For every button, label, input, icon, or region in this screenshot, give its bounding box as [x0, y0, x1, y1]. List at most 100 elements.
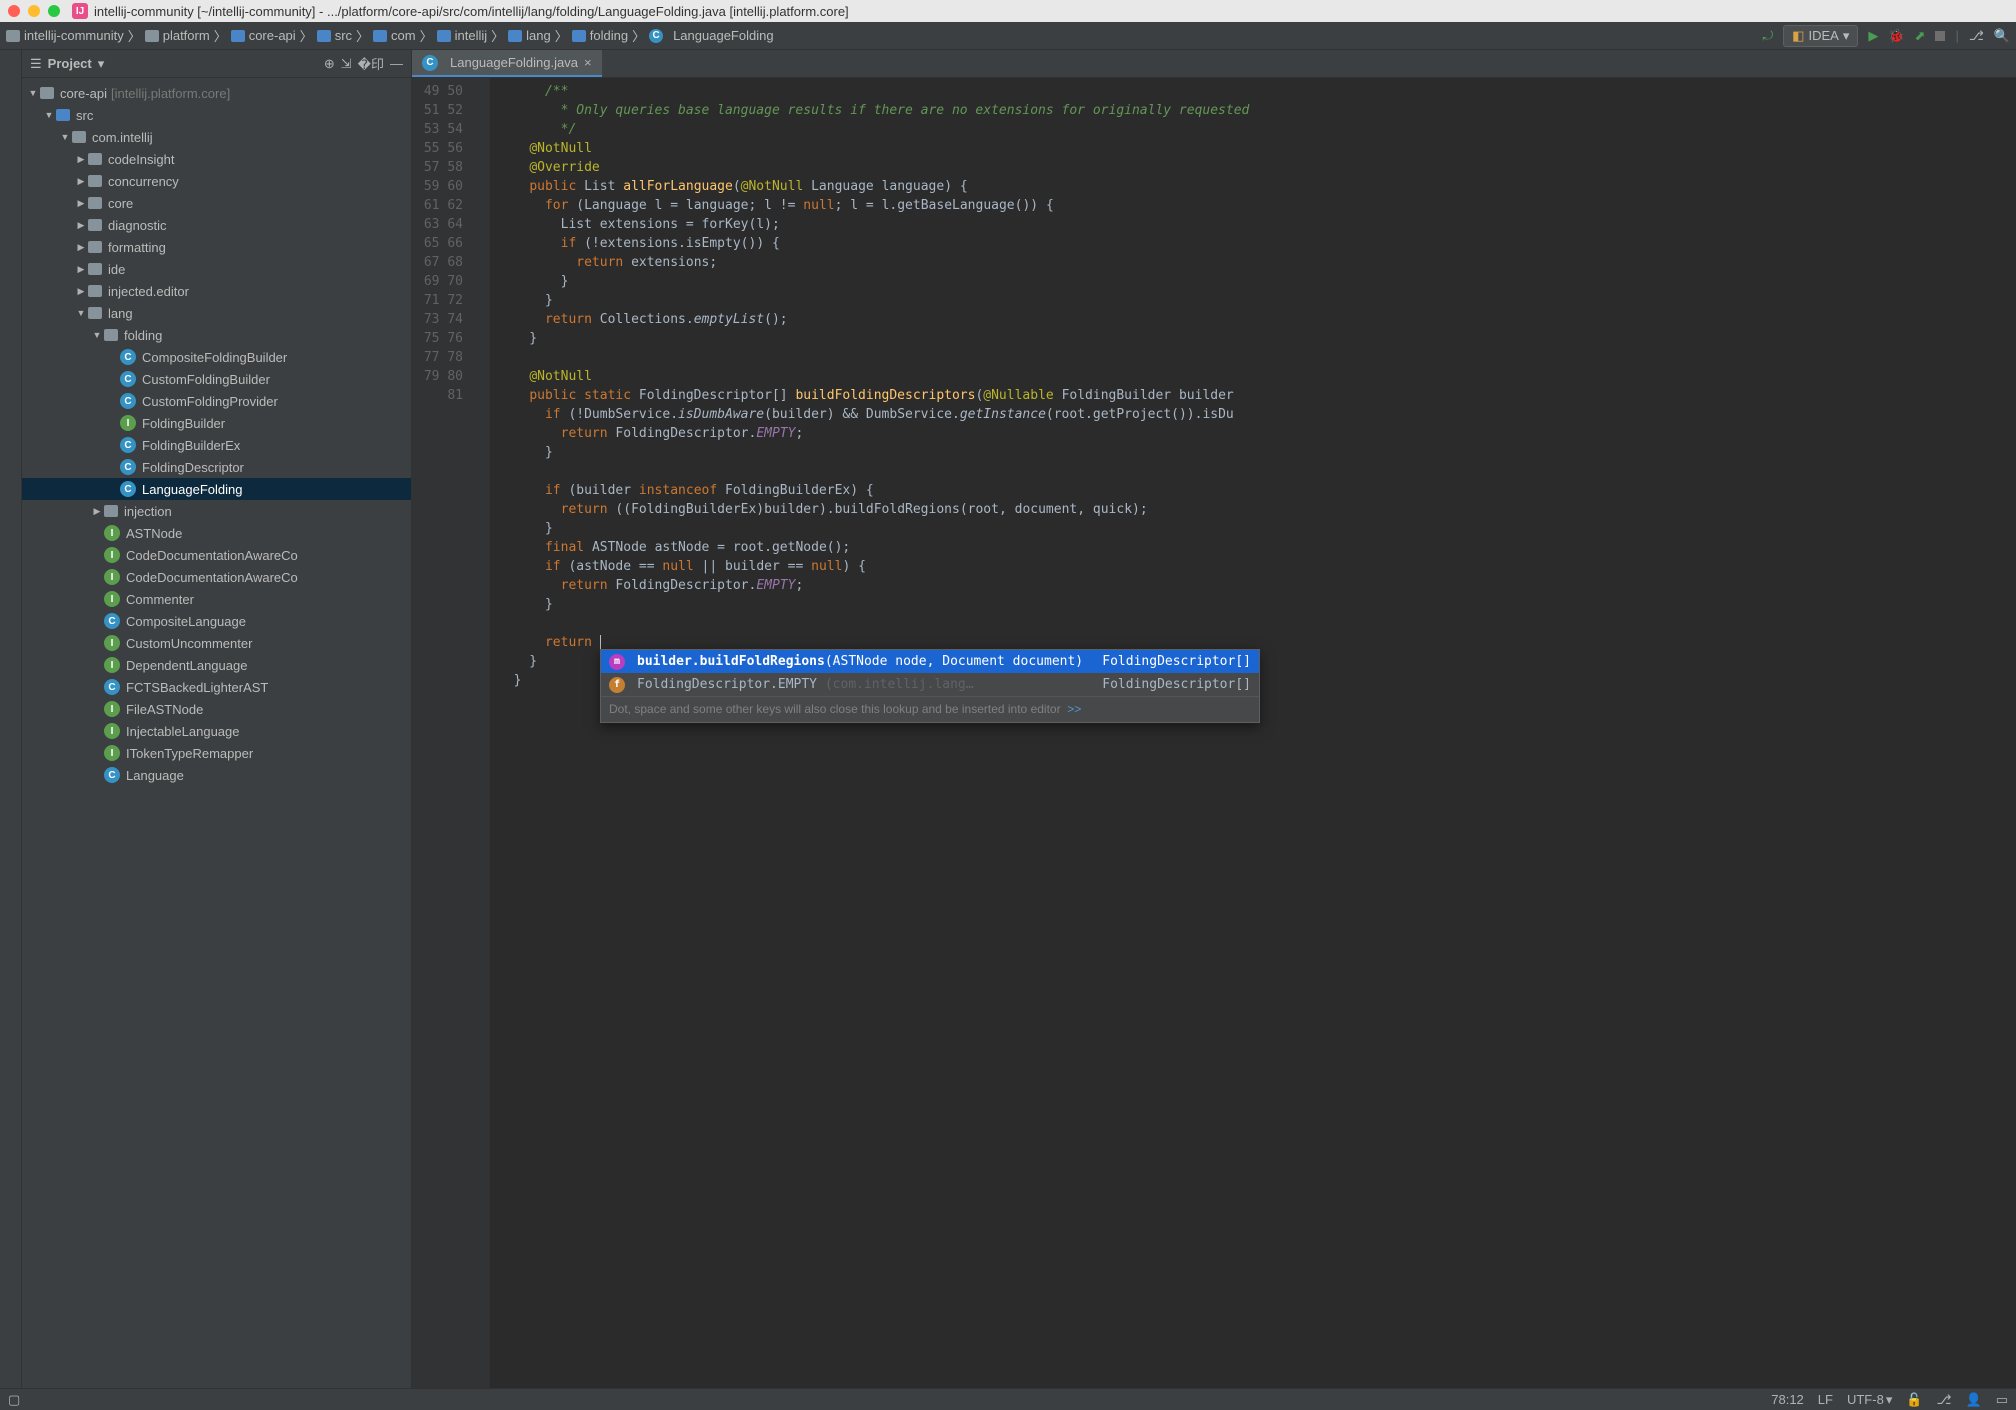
tree-node[interactable]: CCompositeLanguage: [22, 610, 411, 632]
hector-icon[interactable]: 👤: [1966, 1392, 1982, 1408]
zoom-window-icon[interactable]: [48, 5, 60, 17]
tree-node[interactable]: ▶concurrency: [22, 170, 411, 192]
tree-node[interactable]: IDependentLanguage: [22, 654, 411, 676]
folder-icon: [572, 30, 586, 42]
lock-icon[interactable]: 🔓: [1906, 1392, 1922, 1408]
debug-icon[interactable]: 🐞: [1888, 28, 1904, 44]
coverage-icon[interactable]: ⬈: [1915, 28, 1926, 44]
close-window-icon[interactable]: [8, 5, 20, 17]
completion-item[interactable]: fFoldingDescriptor.EMPTY (com.intellij.l…: [601, 673, 1259, 696]
tree-node[interactable]: ICodeDocumentationAwareCo: [22, 544, 411, 566]
tree-arrow-icon[interactable]: ▶: [76, 242, 86, 253]
tree-node[interactable]: CCompositeFoldingBuilder: [22, 346, 411, 368]
tree-node[interactable]: CCustomFoldingBuilder: [22, 368, 411, 390]
tree-node[interactable]: ▶diagnostic: [22, 214, 411, 236]
folder-icon: [231, 30, 245, 42]
tree-node[interactable]: CFoldingDescriptor: [22, 456, 411, 478]
tree-arrow-icon[interactable]: ▼: [44, 110, 54, 120]
code-area[interactable]: /** * Only queries base language results…: [490, 78, 2016, 1388]
tree-node[interactable]: ▶formatting: [22, 236, 411, 258]
tree-arrow-icon[interactable]: ▼: [60, 132, 70, 142]
caret-position[interactable]: 78:12: [1771, 1392, 1804, 1407]
breadcrumb-item[interactable]: intellij: [437, 28, 488, 43]
chevron-down-icon[interactable]: ▾: [98, 56, 105, 72]
minimize-window-icon[interactable]: [28, 5, 40, 17]
target-icon[interactable]: ⊕: [324, 56, 335, 72]
vcs-branch-icon[interactable]: ⎇: [1937, 1392, 1952, 1408]
breadcrumb-item[interactable]: com: [373, 28, 416, 43]
fold-gutter[interactable]: [472, 78, 490, 1388]
stop-icon[interactable]: [1935, 31, 1945, 41]
tree-arrow-icon[interactable]: ▶: [76, 176, 86, 187]
hide-icon[interactable]: —: [390, 56, 403, 71]
more-link[interactable]: >>: [1067, 702, 1081, 716]
tab-language-folding[interactable]: C LanguageFolding.java ×: [412, 50, 602, 77]
breadcrumb-item[interactable]: CLanguageFolding: [649, 28, 773, 43]
tree-node[interactable]: IITokenTypeRemapper: [22, 742, 411, 764]
tree-node[interactable]: ▼folding: [22, 324, 411, 346]
tree-arrow-icon[interactable]: ▼: [28, 88, 38, 98]
tree-node[interactable]: ICodeDocumentationAwareCo: [22, 566, 411, 588]
run-config-label: IDEA: [1808, 28, 1838, 43]
editor[interactable]: 49 50 51 52 53 54 55 56 57 58 59 60 61 6…: [412, 78, 2016, 1388]
expand-icon[interactable]: ⇲: [341, 56, 352, 72]
tree-node[interactable]: ICustomUncommenter: [22, 632, 411, 654]
tool-windows-icon[interactable]: ▢: [8, 1392, 20, 1408]
completion-popup[interactable]: mbuilder.buildFoldRegions(ASTNode node, …: [600, 649, 1260, 723]
tree-arrow-icon[interactable]: ▶: [76, 264, 86, 275]
gear-icon[interactable]: �印: [358, 54, 384, 73]
tree-arrow-icon[interactable]: ▶: [76, 198, 86, 209]
tree-node[interactable]: ▶codeInsight: [22, 148, 411, 170]
tree-node[interactable]: ▶injected.editor: [22, 280, 411, 302]
build-icon[interactable]: ⤾: [1762, 28, 1773, 44]
tree-node[interactable]: CCustomFoldingProvider: [22, 390, 411, 412]
tree-node[interactable]: ICommenter: [22, 588, 411, 610]
vcs-icon[interactable]: ⎇: [1969, 28, 1984, 44]
breadcrumb-item[interactable]: folding: [572, 28, 628, 43]
tree-node[interactable]: IInjectableLanguage: [22, 720, 411, 742]
breadcrumb-item[interactable]: src: [317, 28, 352, 43]
tree-node[interactable]: CFCTSBackedLighterAST: [22, 676, 411, 698]
tool-stripe-left[interactable]: [0, 50, 22, 1388]
tree-node[interactable]: ▶core: [22, 192, 411, 214]
tree-node[interactable]: ▶injection: [22, 500, 411, 522]
tree-arrow-icon[interactable]: ▼: [76, 308, 86, 318]
run-icon[interactable]: ▶: [1868, 28, 1878, 44]
breadcrumb-item[interactable]: intellij-community: [6, 28, 124, 43]
chevron-right-icon: 〉: [300, 26, 313, 45]
folder-icon: [72, 131, 86, 143]
tree-node[interactable]: CFoldingBuilderEx: [22, 434, 411, 456]
tree-arrow-icon[interactable]: ▶: [76, 154, 86, 165]
breadcrumb-item[interactable]: platform: [145, 28, 210, 43]
tree-arrow-icon[interactable]: ▶: [76, 286, 86, 297]
breadcrumb-item[interactable]: lang: [508, 28, 551, 43]
tree-node[interactable]: CLanguage: [22, 764, 411, 786]
completion-item[interactable]: mbuilder.buildFoldRegions(ASTNode node, …: [601, 650, 1259, 673]
close-icon[interactable]: ×: [584, 55, 592, 70]
line-separator[interactable]: LF: [1818, 1392, 1833, 1407]
tree-node[interactable]: ▼core-api [intellij.platform.core]: [22, 82, 411, 104]
tree-arrow-icon[interactable]: ▶: [92, 506, 102, 517]
class-icon: C: [120, 349, 136, 365]
tree-node[interactable]: IASTNode: [22, 522, 411, 544]
tree-node[interactable]: ▶ide: [22, 258, 411, 280]
breadcrumb[interactable]: intellij-community〉platform〉core-api〉src…: [6, 26, 774, 45]
folder-icon: [104, 505, 118, 517]
tree-arrow-icon[interactable]: ▼: [92, 330, 102, 340]
breadcrumb-item[interactable]: core-api: [231, 28, 296, 43]
tree-node[interactable]: ▼src: [22, 104, 411, 126]
tree-arrow-icon[interactable]: ▶: [76, 220, 86, 231]
tree-node[interactable]: ▼lang: [22, 302, 411, 324]
project-view-icon[interactable]: ☰: [30, 56, 42, 72]
interface-icon: I: [104, 723, 120, 739]
memory-icon[interactable]: ▭: [1996, 1392, 2008, 1408]
tree-node[interactable]: IFoldingBuilder: [22, 412, 411, 434]
project-tree[interactable]: ▼core-api [intellij.platform.core]▼src▼c…: [22, 78, 411, 1388]
run-config-selector[interactable]: ◧ IDEA ▾: [1783, 25, 1858, 47]
tree-node[interactable]: ▼com.intellij: [22, 126, 411, 148]
encoding[interactable]: UTF-8 ▾: [1847, 1392, 1892, 1408]
tree-node[interactable]: CLanguageFolding: [22, 478, 411, 500]
tree-node[interactable]: IFileASTNode: [22, 698, 411, 720]
window-controls[interactable]: [8, 5, 60, 17]
search-icon[interactable]: 🔍: [1994, 28, 2010, 44]
